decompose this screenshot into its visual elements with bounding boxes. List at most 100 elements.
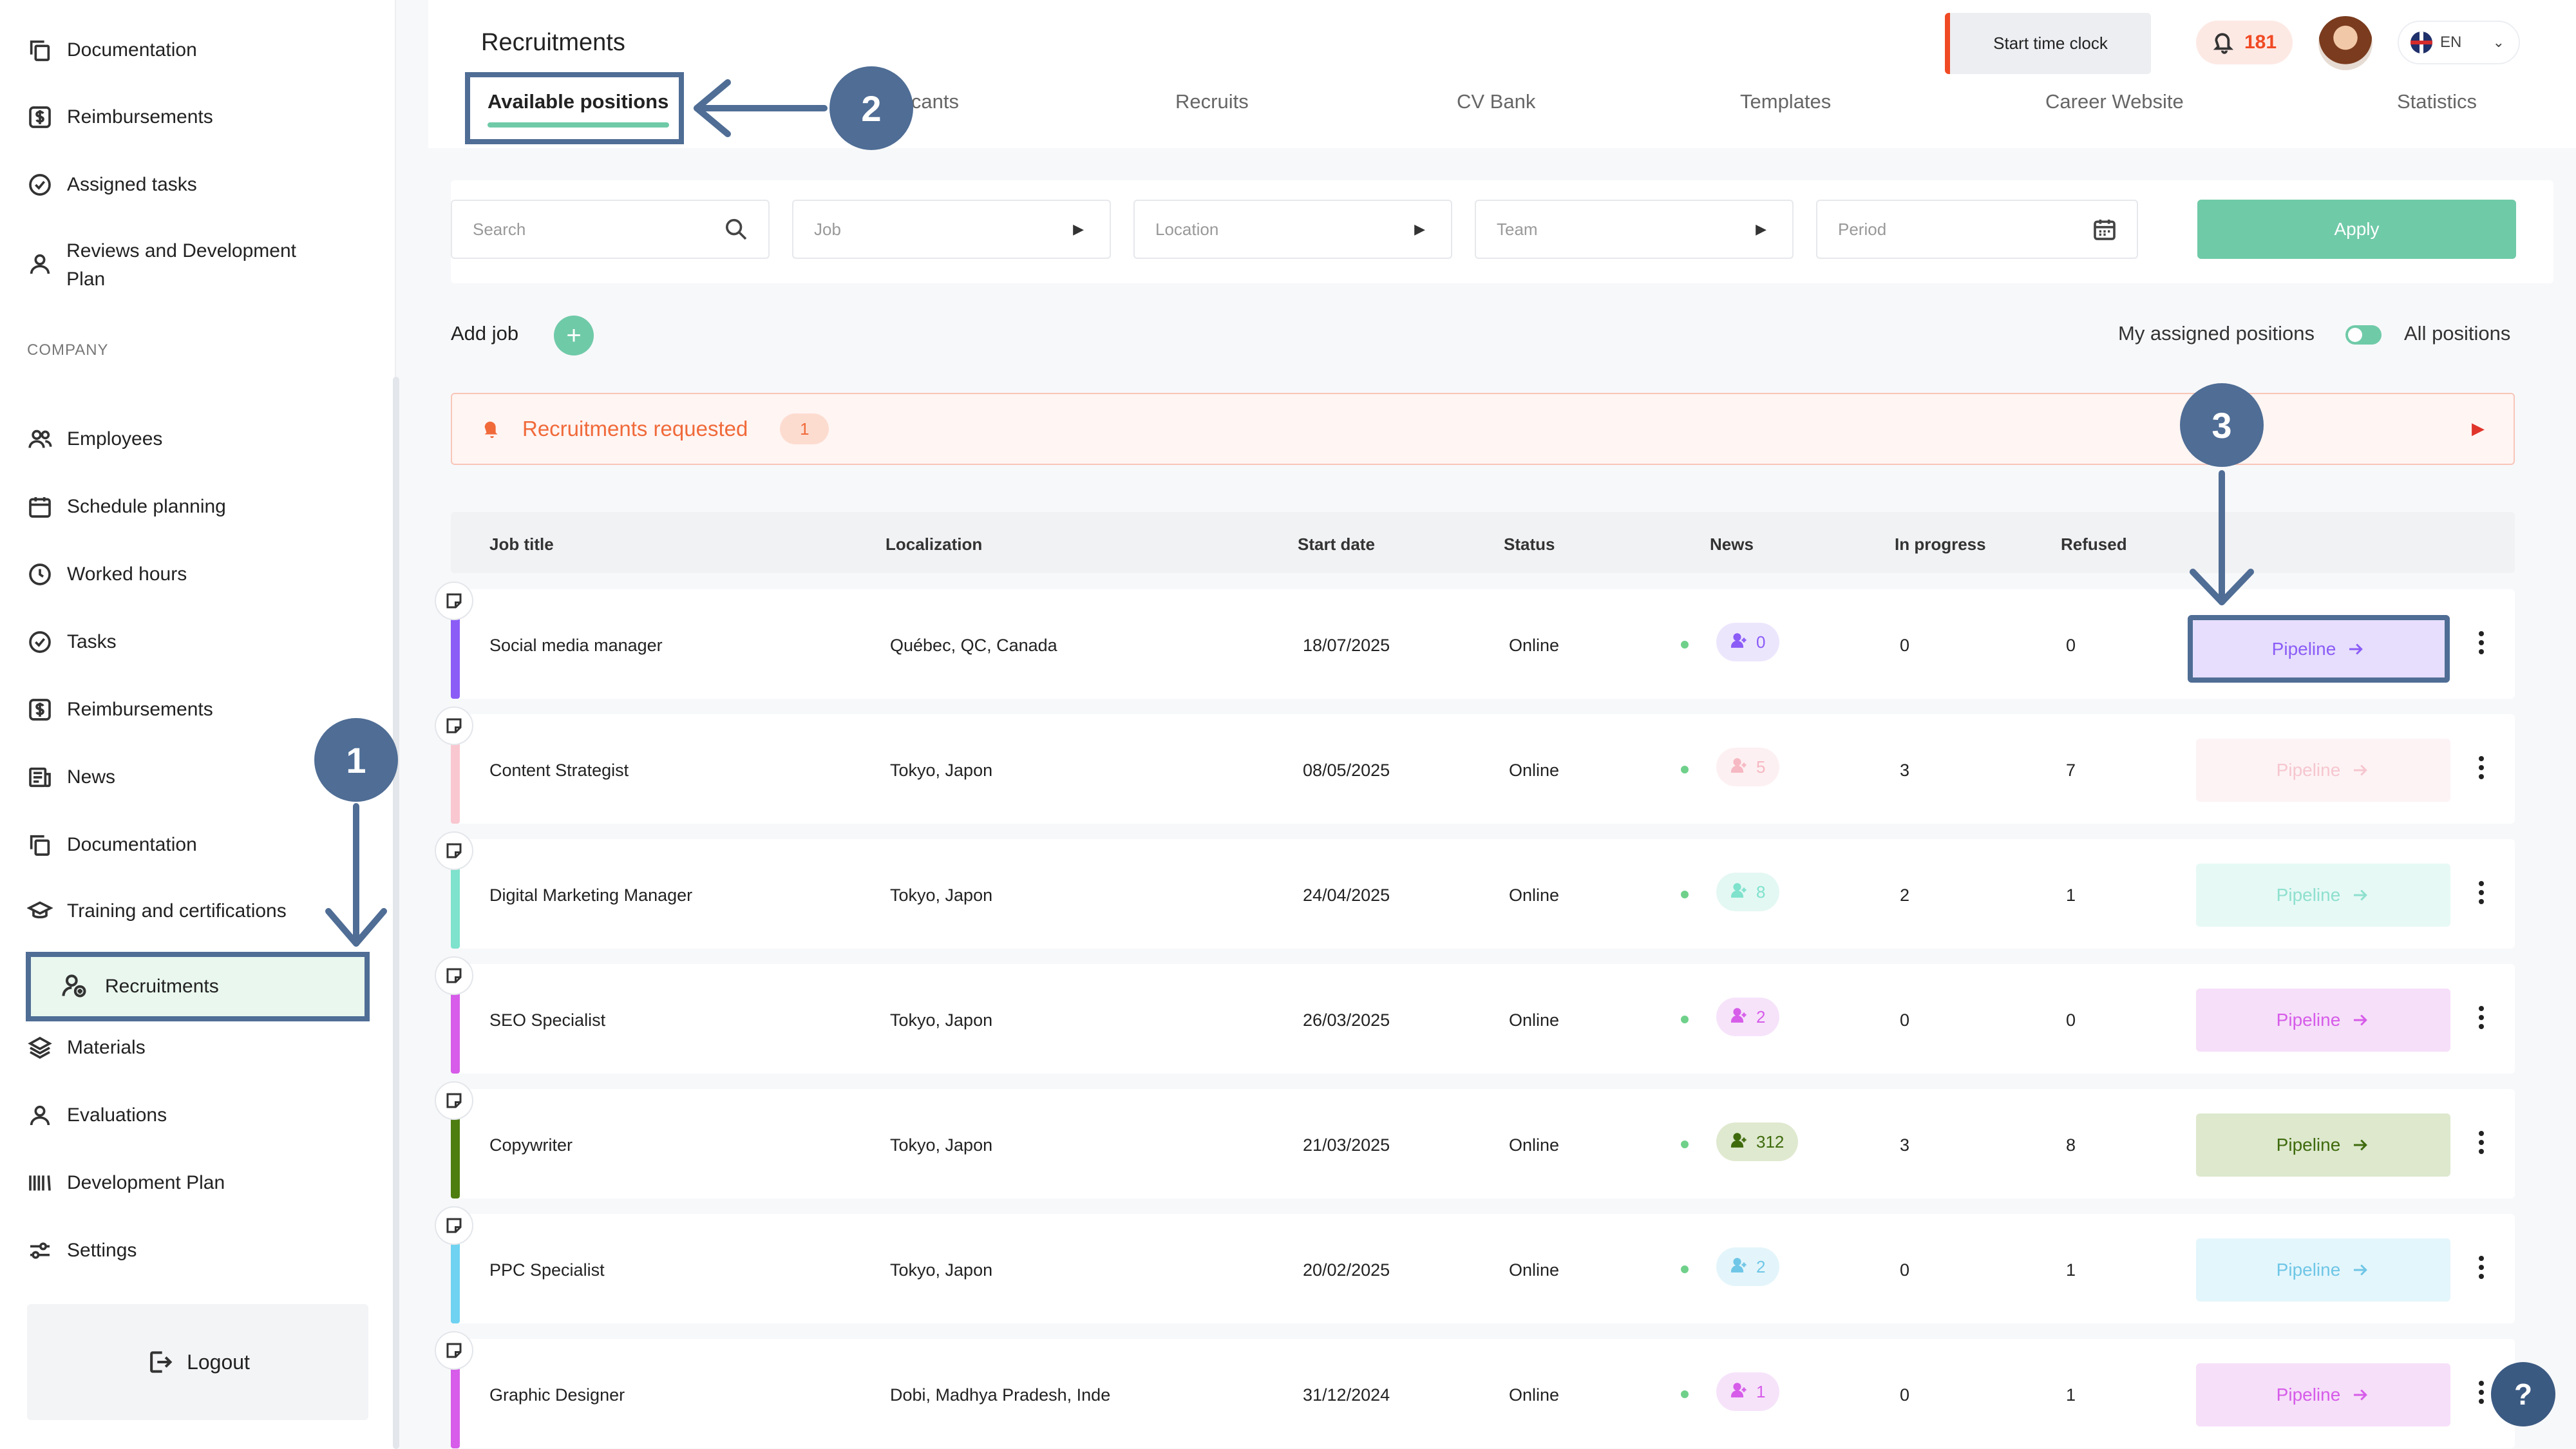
more-options-icon[interactable] <box>2477 1004 2485 1031</box>
logout-button[interactable]: Logout <box>27 1304 368 1420</box>
sidebar-scrollbar[interactable] <box>393 377 399 1449</box>
add-job-button[interactable]: + <box>554 316 594 355</box>
table-row[interactable]: Graphic Designer Dobi, Madhya Pradesh, In… <box>435 1331 2515 1448</box>
job-title-cell[interactable]: Graphic Designer <box>489 1385 625 1405</box>
sidebar-item-assigned-tasks[interactable]: Assigned tasks <box>26 171 197 199</box>
table-row[interactable]: Copywriter Tokyo, Japon 21/03/2025 Online 31… <box>435 1081 2515 1198</box>
sidebar-item-development-plan[interactable]: Development Plan <box>26 1169 225 1197</box>
job-title-cell[interactable]: Digital Marketing Manager <box>489 886 692 905</box>
news-badge[interactable]: 1 <box>1716 1372 1780 1411</box>
caret-right-icon: ▶ <box>1073 221 1084 237</box>
more-options-icon[interactable] <box>2477 1254 2485 1281</box>
sidebar-item-documentation-company[interactable]: Documentation <box>26 831 197 859</box>
more-options-icon[interactable] <box>2477 754 2485 781</box>
avatar[interactable] <box>2318 16 2372 70</box>
more-options-icon[interactable] <box>2477 1379 2485 1406</box>
page-title: Recruitments <box>481 29 625 56</box>
more-options-icon[interactable] <box>2477 629 2485 656</box>
note-icon[interactable] <box>435 582 473 620</box>
job-title-cell[interactable]: Copywriter <box>489 1135 573 1155</box>
sidebar-item-reviews[interactable]: Reviews and Development Plan <box>26 237 335 294</box>
search-input[interactable]: Search <box>451 200 770 259</box>
tab-recruits[interactable]: Recruits <box>1175 90 1249 113</box>
main-content: Recruitments Available positions icants … <box>428 0 2576 1449</box>
pipeline-button[interactable]: Pipeline <box>2196 864 2450 927</box>
tab-available-positions[interactable]: Available positions <box>465 72 684 144</box>
note-icon[interactable] <box>435 1081 473 1120</box>
note-icon[interactable] <box>435 831 473 870</box>
tab-cv-bank[interactable]: CV Bank <box>1457 90 1535 113</box>
sidebar-item-employees[interactable]: Employees <box>26 425 162 453</box>
sidebar-item-news[interactable]: News <box>26 763 115 791</box>
job-select[interactable]: Job ▶ <box>792 200 1111 259</box>
more-options-icon[interactable] <box>2477 1129 2485 1156</box>
news-badge[interactable]: 2 <box>1716 998 1780 1036</box>
table-row[interactable]: Digital Marketing Manager Tokyo, Japon 24/… <box>435 831 2515 949</box>
sidebar-item-materials[interactable]: Materials <box>26 1034 146 1062</box>
start-date-cell: 26/03/2025 <box>1303 1010 1390 1030</box>
localization-cell: Tokyo, Japon <box>890 761 993 780</box>
note-icon[interactable] <box>435 1331 473 1370</box>
language-selector[interactable]: EN ⌄ <box>2398 21 2520 64</box>
pipeline-button[interactable]: Pipeline <box>2196 1363 2450 1426</box>
sidebar-item-schedule-planning[interactable]: Schedule planning <box>26 493 226 521</box>
job-title-cell[interactable]: Content Strategist <box>489 761 629 781</box>
in-progress-cell: 3 <box>1900 761 1910 780</box>
sliders-icon <box>26 1236 54 1265</box>
sidebar-item-evaluations[interactable]: Evaluations <box>26 1101 167 1130</box>
news-badge[interactable]: 2 <box>1716 1247 1780 1286</box>
more-options-icon[interactable] <box>2477 879 2485 906</box>
sidebar-item-reimbursements-company[interactable]: Reimbursements <box>26 696 213 724</box>
table-row[interactable]: Social media manager Québec, QC, Canada 18… <box>435 582 2515 699</box>
note-icon[interactable] <box>435 1206 473 1245</box>
tab-career-website[interactable]: Career Website <box>2045 90 2184 113</box>
dollar-icon <box>26 696 54 724</box>
sidebar-item-reimbursements[interactable]: Reimbursements <box>26 103 213 131</box>
period-picker[interactable]: Period <box>1816 200 2138 259</box>
column-status[interactable]: Status <box>1504 535 1555 554</box>
sidebar-item-documentation[interactable]: Documentation <box>26 36 197 64</box>
notifications-button[interactable]: 181 <box>2196 21 2293 64</box>
sidebar-item-training[interactable]: Training and certifications <box>26 897 287 925</box>
note-icon[interactable] <box>435 706 473 745</box>
news-badge[interactable]: 5 <box>1716 748 1780 786</box>
apply-button[interactable]: Apply <box>2197 200 2516 259</box>
job-title-cell[interactable]: PPC Specialist <box>489 1260 605 1280</box>
news-badge[interactable]: 312 <box>1716 1122 1799 1161</box>
job-title-cell[interactable]: SEO Specialist <box>489 1010 605 1030</box>
table-row[interactable]: PPC Specialist Tokyo, Japon 20/02/2025 Onli… <box>435 1206 2515 1323</box>
start-time-clock-button[interactable]: Start time clock <box>1945 13 2151 74</box>
tab-templates[interactable]: Templates <box>1740 90 1831 113</box>
help-button[interactable]: ? <box>2491 1362 2555 1426</box>
tab-applicants[interactable]: icants <box>907 90 959 113</box>
person-add-icon <box>1730 1131 1756 1153</box>
column-localization[interactable]: Localization <box>886 535 982 554</box>
pipeline-button[interactable]: Pipeline <box>2196 739 2450 802</box>
job-title-cell[interactable]: Social media manager <box>489 636 663 656</box>
sidebar-item-tasks[interactable]: Tasks <box>26 628 117 656</box>
location-select[interactable]: Location ▶ <box>1133 200 1452 259</box>
localization-cell: Québec, QC, Canada <box>890 636 1057 655</box>
start-date-cell: 21/03/2025 <box>1303 1135 1390 1155</box>
positions-toggle[interactable] <box>2345 325 2382 345</box>
tab-statistics[interactable]: Statistics <box>2397 90 2477 113</box>
column-job-title[interactable]: Job title <box>489 535 554 554</box>
note-icon[interactable] <box>435 956 473 995</box>
news-badge[interactable]: 0 <box>1716 623 1780 661</box>
news-badge[interactable]: 8 <box>1716 873 1780 911</box>
table-row[interactable]: Content Strategist Tokyo, Japon 08/05/2025… <box>435 706 2515 824</box>
column-in-progress[interactable]: In progress <box>1895 535 1986 554</box>
column-refused[interactable]: Refused <box>2061 535 2127 554</box>
sidebar-item-settings[interactable]: Settings <box>26 1236 137 1265</box>
sidebar-item-worked-hours[interactable]: Worked hours <box>26 560 187 589</box>
table-row[interactable]: SEO Specialist Tokyo, Japon 26/03/2025 Onli… <box>435 956 2515 1074</box>
person-add-icon <box>1730 756 1756 779</box>
pipeline-button[interactable]: Pipeline <box>2196 1113 2450 1177</box>
pipeline-button[interactable]: Pipeline <box>2196 1238 2450 1302</box>
pipeline-button[interactable]: Pipeline <box>2196 989 2450 1052</box>
pipeline-button[interactable]: Pipeline <box>2188 615 2450 683</box>
team-select[interactable]: Team ▶ <box>1475 200 1794 259</box>
column-start-date[interactable]: Start date <box>1298 535 1375 554</box>
sidebar-item-recruitments[interactable]: Recruitments <box>26 952 370 1021</box>
column-news[interactable]: News <box>1710 535 1754 554</box>
